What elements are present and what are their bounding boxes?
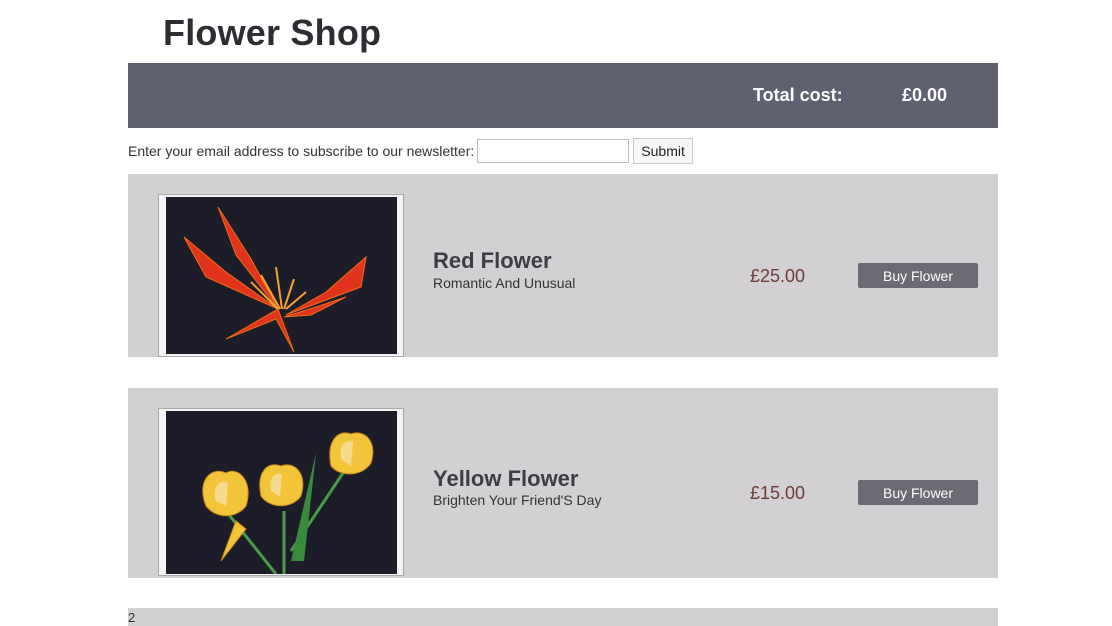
product-name: Yellow Flower (433, 466, 579, 491)
flower-shop-page: Flower Shop Total cost: £0.00 Enter your… (0, 0, 1112, 626)
product-tagline: Romantic And Unusual (433, 275, 576, 291)
cart-summary-bar: Total cost: £0.00 (128, 63, 998, 128)
newsletter-prompt: Enter your email address to subscribe to… (128, 143, 475, 159)
buy-flower-button[interactable]: Buy Flower (858, 480, 978, 505)
yellow-tulips-photo-icon (166, 411, 397, 574)
newsletter-form: Enter your email address to subscribe to… (128, 138, 693, 164)
red-flower-photo-icon (166, 197, 397, 354)
product-card (128, 608, 998, 626)
product-card-red-flower: Red Flower Romantic And Unusual £25.00 B… (128, 174, 998, 357)
total-cost-label: Total cost: (753, 85, 843, 105)
email-field[interactable] (477, 139, 630, 163)
product-index: 2 (128, 610, 136, 625)
product-name: Red Flower (433, 248, 552, 273)
submit-button[interactable]: Submit (633, 138, 693, 164)
product-price: £15.00 (750, 483, 806, 503)
page-title: Flower Shop (163, 12, 382, 53)
buy-flower-button[interactable]: Buy Flower (858, 263, 978, 288)
product-card-yellow-flower: Yellow Flower Brighten Your Friend'S Day… (128, 388, 998, 578)
product-image-frame (158, 408, 404, 576)
product-price: £25.00 (750, 266, 806, 286)
product-image-frame (158, 194, 404, 357)
product-tagline: Brighten Your Friend'S Day (433, 492, 602, 508)
total-cost-value: £0.00 (902, 85, 948, 105)
